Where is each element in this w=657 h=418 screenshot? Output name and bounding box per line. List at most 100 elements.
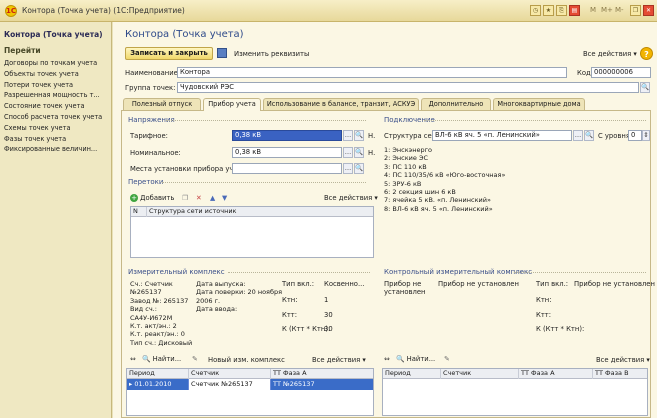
close-icon[interactable]: ✕ [643,5,654,16]
meter-info: Сч.: Счетчик №265137 Завод №: 265137 Вид… [130,280,192,347]
memory-plus-button[interactable]: M+ [601,6,613,14]
col-period-header[interactable]: Период [127,369,189,379]
link-icon[interactable]: ⇔ [384,355,390,363]
meter-incl-label: Тип вкл.: [282,280,315,288]
link-icon[interactable]: ⎘ [556,5,567,16]
struct-field[interactable]: ВЛ-6 кВ яч. 5 «п. Ленинский» [432,130,572,141]
tariff-voltage-field[interactable]: 0,38 кВ [232,130,342,141]
meter-line: Вид сч.: [130,305,157,314]
col-ct-b-header[interactable]: ТТ Фаза В [593,369,647,379]
tab-balance[interactable]: Использование в балансе, транзит, АСКУЭ [263,98,419,110]
nav-item[interactable]: Потери точек учета [4,80,110,91]
divider [162,182,366,183]
cell-meter: Счетчик №265137 [189,379,271,390]
group-field[interactable]: Чудовский РЭС [177,82,639,93]
window-titlebar: 1C Контора (Точка учета) (1С:Предприятие… [0,0,657,22]
copy-icon[interactable]: ❐ [182,194,188,202]
meter-date-line: Дата выпуска: [196,280,246,288]
nav-item[interactable]: Фиксированные величин... [4,144,110,155]
form-area: Контора (Точка учета) Записать и закрыть… [113,22,657,418]
control-device-2: Прибор не установлен [438,280,519,288]
tab-useful-supply[interactable]: Полезный отпуск [123,98,201,110]
select-button[interactable]: … [343,163,353,174]
nominal-voltage-field[interactable]: 0,38 кВ [232,147,342,158]
divider [166,120,366,121]
move-up-icon[interactable]: ▲ [210,194,215,202]
col-ct-a-header[interactable]: ТТ Фаза А [271,369,373,379]
print-icon[interactable]: ▤ [569,5,580,16]
clear-find-icon[interactable]: ✎ [192,355,198,363]
nav-item[interactable]: Объекты точек учета [4,69,110,80]
meter-history-grid[interactable]: Период Счетчик ТТ Фаза А ▸ 01.01.2010 Сч… [126,368,374,416]
favorite-icon[interactable]: ★ [543,5,554,16]
col-n-header[interactable]: N [131,207,147,217]
table-row[interactable]: ▸ 01.01.2010 Счетчик №265137 ТТ №265137 [127,379,373,390]
delete-icon[interactable]: ✕ [196,194,202,202]
network-tree: 1: Энскэнерго 2: Энские ЭС 3: ПС 110 кВ … [384,146,584,213]
tab-apartment-buildings[interactable]: Многоквартирные дома [493,98,585,110]
level-field[interactable]: 0 [628,130,642,141]
nav-item[interactable]: Разрешенная мощность т... [4,90,110,101]
navigation-panel: Контора (Точка учета) Перейти Договоры п… [0,22,112,418]
col-meter-header[interactable]: Счетчик [189,369,271,379]
tab-meter[interactable]: Прибор учета [203,98,261,111]
select-button[interactable]: … [343,147,353,158]
move-down-icon[interactable]: ▼ [222,194,227,202]
nav-item[interactable]: Фазы точек учета [4,134,110,145]
history-icon[interactable]: ◷ [530,5,541,16]
col-ct-a-header[interactable]: ТТ Фаза А [519,369,593,379]
tariff-label: Тарифное: [130,132,168,140]
col-meter-header[interactable]: Счетчик [441,369,519,379]
left-grid-all-actions[interactable]: Все действия ▾ [312,356,366,364]
search-icon[interactable]: 🔍 [354,163,364,174]
meter-ktt-label: Ктт: [282,311,298,319]
control-section-title: Контрольный измерительный комплекс [384,268,533,276]
new-complex-button[interactable]: Новый изм. комплекс [208,356,285,364]
name-field[interactable]: Контора [177,67,567,78]
find-button[interactable]: 🔍 Найти... [142,355,181,363]
link-icon[interactable]: ⇔ [130,355,136,363]
select-button[interactable]: … [343,130,353,141]
level-stepper[interactable]: ⇕ [642,130,650,141]
nav-item[interactable]: Способ расчета точек учета [4,112,110,123]
grid-header: Период Счетчик ТТ Фаза А ТТ Фаза В [383,369,647,379]
nav-item[interactable]: Схемы точек учета [4,123,110,134]
select-button[interactable]: … [573,130,583,141]
save-icon[interactable] [217,48,227,58]
tariff-h-label: Н. [368,132,376,140]
tree-item: 6: 2 секция шин 6 кВ [384,187,456,196]
transfers-grid[interactable]: N Структура сети источник [130,206,374,258]
meter-k-value: 30 [324,325,333,333]
place-label: Места установки прибора учета: [130,165,249,173]
code-field[interactable]: 000000006 [591,67,651,78]
col-period-header[interactable]: Период [383,369,441,379]
memory-minus-button[interactable]: M- [615,6,624,14]
search-icon[interactable]: 🔍 [584,130,594,141]
tab-additional[interactable]: Дополнительно [421,98,491,110]
clear-find-icon[interactable]: ✎ [444,355,450,363]
col-struct-header[interactable]: Структура сети источник [147,207,373,217]
search-icon[interactable]: 🔍 [640,82,650,93]
nav-item[interactable]: Состояние точек учета [4,101,110,112]
nav-item[interactable]: Договоры по точкам учета [4,58,110,69]
add-button[interactable]: + Добавить [130,194,174,202]
search-icon[interactable]: 🔍 [354,130,364,141]
place-field[interactable] [232,163,342,174]
group-label: Группа точек: [125,84,176,92]
search-icon[interactable]: 🔍 [354,147,364,158]
all-actions-menu[interactable]: Все действия ▾ [583,50,637,58]
meter-dates: Дата выпуска: Дата поверки: 20 ноября 20… [196,280,282,314]
transfers-all-actions[interactable]: Все действия ▾ [324,194,378,202]
tree-item: 5: ЗРУ-6 кВ [384,179,422,188]
meter-section-title: Измерительный комплекс [128,268,225,276]
help-icon[interactable]: ? [640,47,653,60]
meter-date-line: Дата поверки: 20 ноября [196,288,283,297]
meter-line: №265137 [130,288,162,297]
restore-icon[interactable]: ❐ [630,5,641,16]
right-grid-all-actions[interactable]: Все действия ▾ [596,356,650,364]
find-button[interactable]: 🔍 Найти... [396,355,435,363]
save-close-button[interactable]: Записать и закрыть [125,47,213,60]
memory-m-button[interactable]: M [590,6,596,14]
control-history-grid[interactable]: Период Счетчик ТТ Фаза А ТТ Фаза В [382,368,648,416]
edit-requisites-button[interactable]: Изменить реквизиты [234,50,309,58]
